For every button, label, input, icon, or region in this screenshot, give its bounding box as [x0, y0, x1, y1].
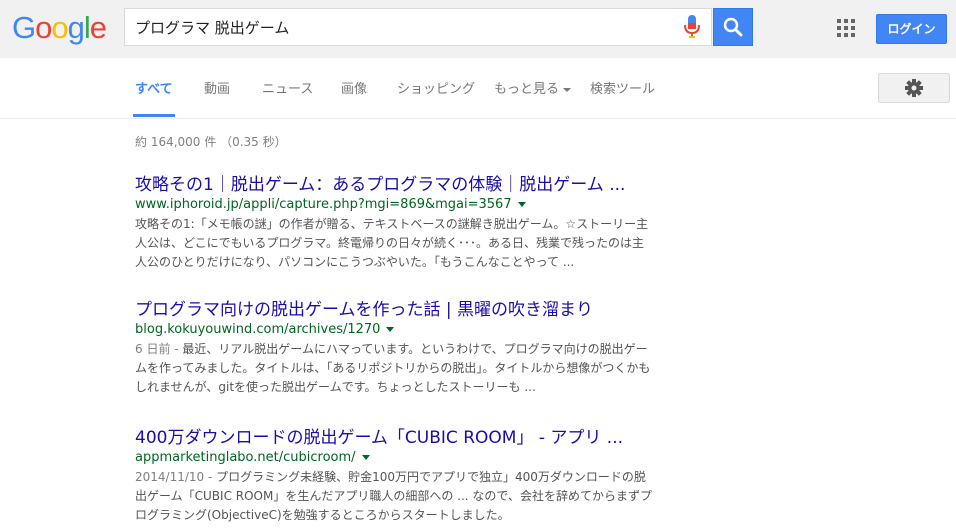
result-snippet-text: 攻略その1:「メモ帳の謎」の作者が贈る、テキストベースの謎解き脱出ゲーム。☆スト… — [135, 217, 649, 269]
logo-letter: e — [89, 10, 107, 45]
dropdown-arrow-icon[interactable] — [361, 455, 370, 460]
dropdown-arrow-icon[interactable] — [386, 327, 395, 332]
gear-icon — [905, 79, 923, 97]
search-result: プログラマ向けの脱出ゲームを作った話 | 黒曜の吹き溜まり blog.kokuy… — [135, 299, 655, 397]
search-box — [124, 8, 712, 46]
result-stats: 約 164,000 件 （0.35 秒） — [135, 135, 287, 149]
search-input[interactable] — [125, 9, 675, 45]
chevron-down-icon — [563, 87, 572, 92]
google-logo[interactable]: Google — [12, 10, 107, 45]
dropdown-arrow-icon[interactable] — [517, 202, 526, 207]
result-title-link[interactable]: プログラマ向けの脱出ゲームを作った話 | 黒曜の吹き溜まり — [135, 299, 655, 321]
tab-tools[interactable]: 検索ツール — [590, 78, 655, 97]
tab-all[interactable]: すべて — [135, 78, 173, 97]
result-title-link[interactable]: 攻略その1｜脱出ゲーム：あるプログラマの体験｜脱出ゲーム ... — [135, 174, 655, 196]
result-url: www.iphoroid.jp/appli/capture.php?mgi=86… — [135, 196, 655, 214]
search-result: 攻略その1｜脱出ゲーム：あるプログラマの体験｜脱出ゲーム ... www.iph… — [135, 174, 655, 272]
settings-button[interactable] — [878, 73, 950, 103]
result-snippet: 攻略その1:「メモ帳の謎」の作者が贈る、テキストベースの謎解き脱出ゲーム。☆スト… — [135, 215, 655, 272]
tab-news[interactable]: ニュース — [262, 78, 313, 97]
logo-letter: G — [12, 10, 36, 45]
tab-video[interactable]: 動画 — [204, 78, 230, 97]
magnifier-icon — [723, 17, 743, 37]
tab-more-label: もっと見る — [494, 82, 560, 97]
result-url: blog.kokuyouwind.com/archives/1270 — [135, 321, 655, 339]
result-snippet: 6 日前 - 最近、リアル脱出ゲームにハマっています。というわけで、プログラマ向… — [135, 340, 655, 397]
tab-more[interactable]: もっと見る — [494, 78, 572, 97]
apps-grid-icon[interactable] — [837, 19, 855, 37]
search-result: 400万ダウンロードの脱出ゲーム「CUBIC ROOM」 - アプリ ... a… — [135, 427, 655, 525]
logo-letter: o — [35, 10, 52, 45]
result-date: 6 日前 - — [135, 342, 183, 356]
top-bar: Google ログイン — [0, 0, 956, 58]
tab-shopping[interactable]: ショッピング — [397, 78, 475, 97]
search-tabs: すべて 動画 ニュース 画像 ショッピング もっと見る 検索ツール — [0, 58, 956, 119]
microphone-icon[interactable] — [684, 14, 700, 40]
result-snippet: 2014/11/10 - プログラミング未経験、貯金100万円でアプリで独立」4… — [135, 468, 655, 525]
result-url-text: appmarketinglabo.net/cubicroom/ — [135, 450, 356, 465]
search-button[interactable] — [713, 8, 753, 46]
result-title-link[interactable]: 400万ダウンロードの脱出ゲーム「CUBIC ROOM」 - アプリ ... — [135, 427, 655, 449]
login-button[interactable]: ログイン — [876, 14, 947, 44]
result-date: 2014/11/10 - — [135, 470, 217, 484]
result-url-text: blog.kokuyouwind.com/archives/1270 — [135, 322, 381, 337]
logo-letter: g — [67, 10, 85, 45]
tab-images[interactable]: 画像 — [341, 78, 367, 97]
result-url: appmarketinglabo.net/cubicroom/ — [135, 449, 655, 467]
result-url-text: www.iphoroid.jp/appli/capture.php?mgi=86… — [135, 197, 512, 212]
logo-letter: o — [51, 10, 68, 45]
active-tab-indicator — [133, 114, 175, 117]
result-snippet-text: 最近、リアル脱出ゲームにハマっています。というわけで、プログラマ向けの脱出ゲーム… — [135, 342, 651, 394]
